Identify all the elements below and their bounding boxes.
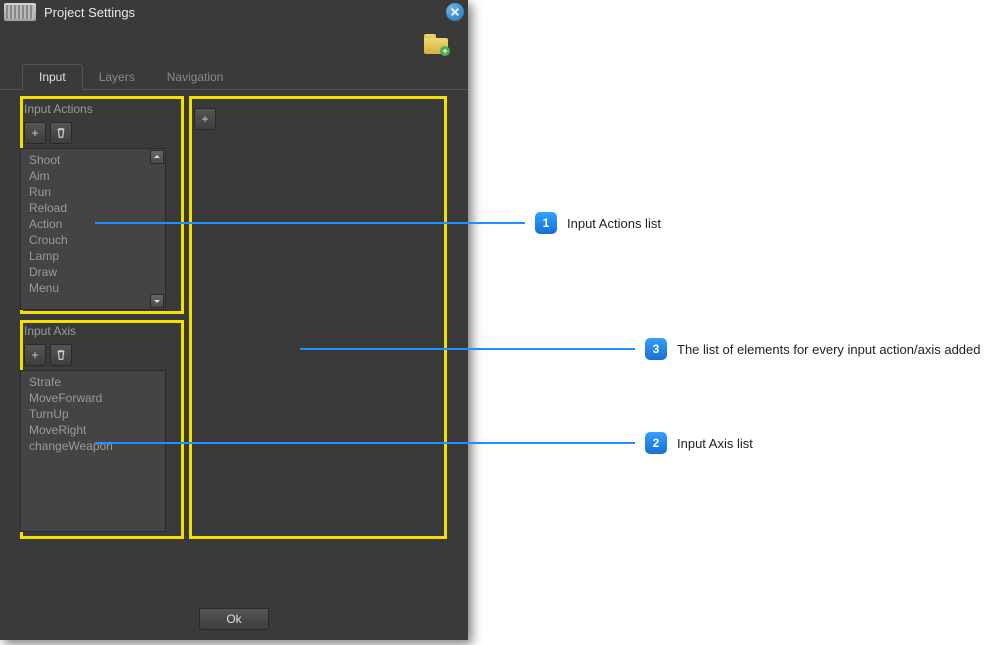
list-item[interactable]: Menu bbox=[23, 280, 147, 296]
list-item[interactable]: Crouch bbox=[23, 232, 147, 248]
list-item[interactable]: Run bbox=[23, 184, 147, 200]
list-item[interactable]: Aim bbox=[23, 168, 147, 184]
callout-text: Input Axis list bbox=[677, 436, 753, 451]
scroll-up-button[interactable] bbox=[150, 150, 164, 164]
close-button[interactable] bbox=[446, 3, 464, 21]
input-axis-section: Input Axis + Strafe MoveForward TurnUp M… bbox=[20, 324, 180, 532]
list-item[interactable]: MoveForward bbox=[23, 390, 163, 406]
left-column: Input Actions + Shoot Aim Run Reload Act… bbox=[20, 102, 180, 532]
callout-badge: 1 bbox=[535, 212, 557, 234]
right-column: + bbox=[194, 108, 216, 130]
keyboard-icon bbox=[4, 3, 36, 21]
list-item[interactable]: Shoot bbox=[23, 152, 147, 168]
content-area: Input Actions + Shoot Aim Run Reload Act… bbox=[0, 90, 468, 552]
chevron-up-icon bbox=[153, 153, 161, 161]
titlebar: Project Settings bbox=[0, 0, 468, 24]
callout-text: The list of elements for every input act… bbox=[677, 342, 981, 357]
input-actions-section: Input Actions + Shoot Aim Run Reload Act… bbox=[20, 102, 180, 310]
add-axis-button[interactable]: + bbox=[24, 344, 46, 366]
highlight-elements bbox=[189, 96, 447, 539]
delete-action-button[interactable] bbox=[50, 122, 72, 144]
trash-icon bbox=[55, 349, 67, 361]
callout-badge: 3 bbox=[645, 338, 667, 360]
input-actions-label: Input Actions bbox=[20, 102, 180, 116]
scroll-down-button[interactable] bbox=[150, 294, 164, 308]
add-element-button[interactable]: + bbox=[194, 108, 216, 130]
list-item[interactable]: TurnUp bbox=[23, 406, 163, 422]
input-axis-label: Input Axis bbox=[20, 324, 180, 338]
tab-input[interactable]: Input bbox=[22, 64, 83, 90]
tab-navigation[interactable]: Navigation bbox=[151, 65, 240, 89]
callout-text: Input Actions list bbox=[567, 216, 661, 231]
ok-button[interactable]: Ok bbox=[199, 608, 269, 630]
project-settings-dialog: Project Settings + Input Layers Navigati… bbox=[0, 0, 468, 640]
trash-icon bbox=[55, 127, 67, 139]
add-action-button[interactable]: + bbox=[24, 122, 46, 144]
callout-badge: 2 bbox=[645, 432, 667, 454]
delete-axis-button[interactable] bbox=[50, 344, 72, 366]
tab-layers[interactable]: Layers bbox=[83, 65, 151, 89]
callout-1: 1 Input Actions list bbox=[95, 212, 661, 234]
callout-3: 3 The list of elements for every input a… bbox=[300, 338, 981, 360]
window-title: Project Settings bbox=[44, 5, 438, 20]
tabs: Input Layers Navigation bbox=[0, 64, 468, 90]
list-item[interactable]: Strafe bbox=[23, 374, 163, 390]
close-icon bbox=[450, 7, 460, 17]
chevron-down-icon bbox=[153, 297, 161, 305]
dialog-toolbar: + bbox=[0, 24, 468, 64]
list-item[interactable]: Lamp bbox=[23, 248, 147, 264]
open-folder-button[interactable]: + bbox=[424, 34, 448, 54]
callout-2: 2 Input Axis list bbox=[95, 432, 753, 454]
list-item[interactable]: Draw bbox=[23, 264, 147, 280]
